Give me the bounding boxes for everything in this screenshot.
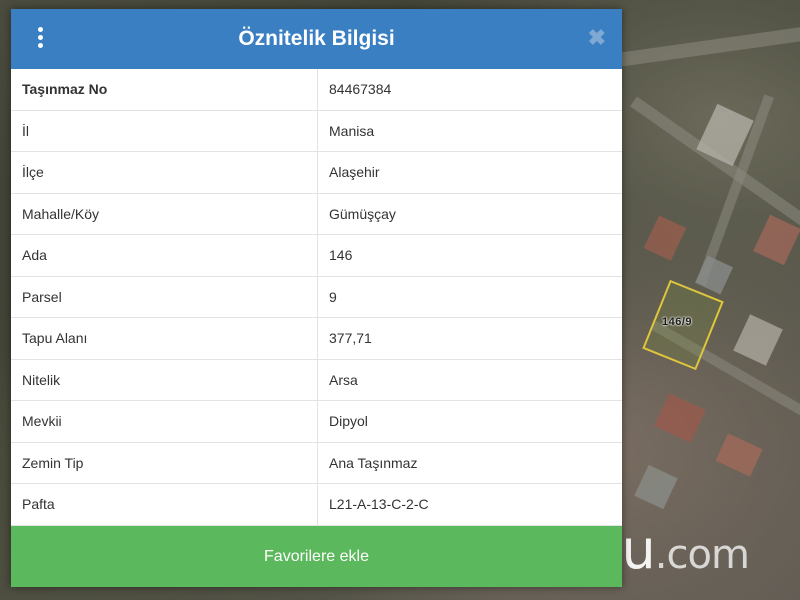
- attribute-row: Zemin Tip Ana Taşınmaz: [11, 442, 622, 484]
- attribute-row: Mahalle/Köy Gümüşçay: [11, 193, 622, 235]
- close-icon[interactable]: ✖: [588, 27, 606, 49]
- attribute-row: Ada 146: [11, 234, 622, 277]
- attribute-key: Parsel: [11, 276, 318, 318]
- attribute-value: Gümüşçay: [317, 193, 622, 235]
- attribute-value: 84467384: [317, 69, 622, 111]
- attribute-info-panel: Öznitelik Bilgisi ✖ Taşınmaz No 84467384 İ…: [11, 9, 622, 587]
- attribute-value: Manisa: [317, 110, 622, 152]
- attribute-row: Taşınmaz No 84467384: [11, 69, 622, 111]
- add-favorite-button[interactable]: Favorilere ekle: [11, 526, 622, 587]
- map-road: [600, 24, 800, 70]
- attribute-value: 146: [317, 234, 622, 277]
- attribute-row: Nitelik Arsa: [11, 359, 622, 401]
- attribute-key: Mevkii: [11, 400, 318, 443]
- map-building: [733, 314, 783, 366]
- attribute-value: Alaşehir: [317, 151, 622, 194]
- parcel-label: 146/9: [662, 316, 693, 328]
- attribute-value: Ana Taşınmaz: [317, 442, 622, 484]
- attribute-row: Pafta L21-A-13-C-2-C: [11, 483, 622, 526]
- attribute-row: Mevkii Dipyol: [11, 400, 622, 443]
- map-building: [634, 464, 678, 510]
- attribute-value: L21-A-13-C-2-C: [317, 483, 622, 526]
- attribute-row: İlçe Alaşehir: [11, 151, 622, 194]
- attribute-table: Taşınmaz No 84467384 İl Manisa İlçe Alaşehir M…: [11, 69, 622, 526]
- attribute-value: 377,71: [317, 317, 622, 360]
- attribute-key: İlçe: [11, 151, 318, 194]
- map-building: [715, 433, 763, 477]
- attribute-key: Mahalle/Köy: [11, 193, 318, 235]
- attribute-key: İl: [11, 110, 318, 152]
- attribute-row: İl Manisa: [11, 110, 622, 152]
- panel-title: Öznitelik Bilgisi: [238, 27, 395, 50]
- attribute-key: Taşınmaz No: [11, 69, 318, 111]
- attribute-key: Nitelik: [11, 359, 318, 401]
- attribute-row: Parsel 9: [11, 276, 622, 318]
- attribute-value: Arsa: [317, 359, 622, 401]
- attribute-key: Tapu Alanı: [11, 317, 318, 360]
- attribute-key: Zemin Tip: [11, 442, 318, 484]
- panel-header: Öznitelik Bilgisi ✖: [11, 9, 622, 69]
- attribute-value: Dipyol: [317, 400, 622, 443]
- attribute-key: Pafta: [11, 483, 318, 526]
- attribute-value: 9: [317, 276, 622, 318]
- map-building: [753, 214, 800, 266]
- attribute-key: Ada: [11, 234, 318, 277]
- attribute-row: Tapu Alanı 377,71: [11, 317, 622, 360]
- watermark-suffix: .com: [654, 532, 750, 578]
- map-building: [654, 393, 706, 443]
- map-building: [643, 215, 687, 261]
- map-building: [694, 255, 734, 295]
